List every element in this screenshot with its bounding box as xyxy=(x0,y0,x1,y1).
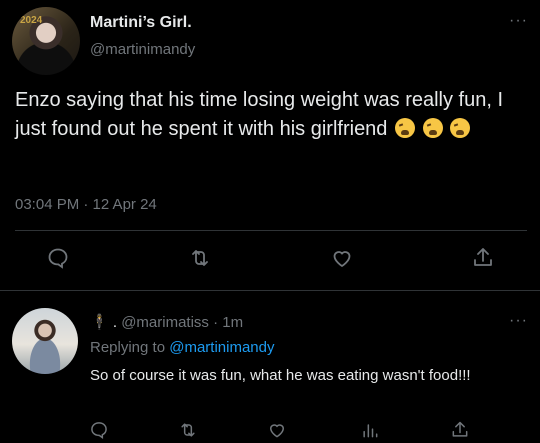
like-icon[interactable] xyxy=(330,246,354,270)
weary-face-emoji-icon xyxy=(450,118,471,138)
tweet-timestamp[interactable]: 03:04 PM · 12 Apr 24 xyxy=(15,196,157,213)
reply-author-prefix: 🕴 . xyxy=(90,314,118,331)
share-icon[interactable] xyxy=(471,246,495,270)
reply-action-bar xyxy=(0,418,540,443)
more-options-icon[interactable]: ··· xyxy=(509,312,528,330)
avatar-badge-text: 2024 xyxy=(20,15,43,26)
reply-text: So of course it was fun, what he was eat… xyxy=(90,367,471,384)
replying-to-handle[interactable]: @martinimandy xyxy=(169,339,274,356)
divider xyxy=(0,290,540,291)
reply-icon[interactable] xyxy=(89,420,109,440)
like-icon[interactable] xyxy=(267,420,287,440)
replying-to: Replying to @martinimandy xyxy=(90,339,274,356)
retweet-icon[interactable] xyxy=(188,246,212,270)
replying-to-prefix: Replying to xyxy=(90,339,166,356)
retweet-icon[interactable] xyxy=(178,420,198,440)
author-avatar[interactable]: 2024 xyxy=(12,7,80,75)
reply-time[interactable]: · 1m xyxy=(213,314,243,331)
author-handle[interactable]: @martinimandy xyxy=(90,41,195,58)
author-name[interactable]: Martini’s Girl. xyxy=(90,14,192,32)
reply-author-avatar[interactable] xyxy=(12,308,78,374)
more-options-icon[interactable]: ··· xyxy=(509,12,528,30)
weary-face-emoji-icon xyxy=(422,118,443,138)
views-icon[interactable] xyxy=(360,420,380,440)
divider xyxy=(15,230,527,231)
tweet-text: Enzo saying that his time losing weight … xyxy=(15,86,530,144)
reply-header: 🕴 . @marimatiss · 1m xyxy=(90,313,243,331)
reply-icon[interactable] xyxy=(46,246,70,270)
share-icon[interactable] xyxy=(450,420,470,440)
reply-author-handle[interactable]: @marimatiss xyxy=(121,314,209,331)
weary-face-emoji-icon xyxy=(395,118,415,138)
tweet-action-bar xyxy=(0,244,540,274)
